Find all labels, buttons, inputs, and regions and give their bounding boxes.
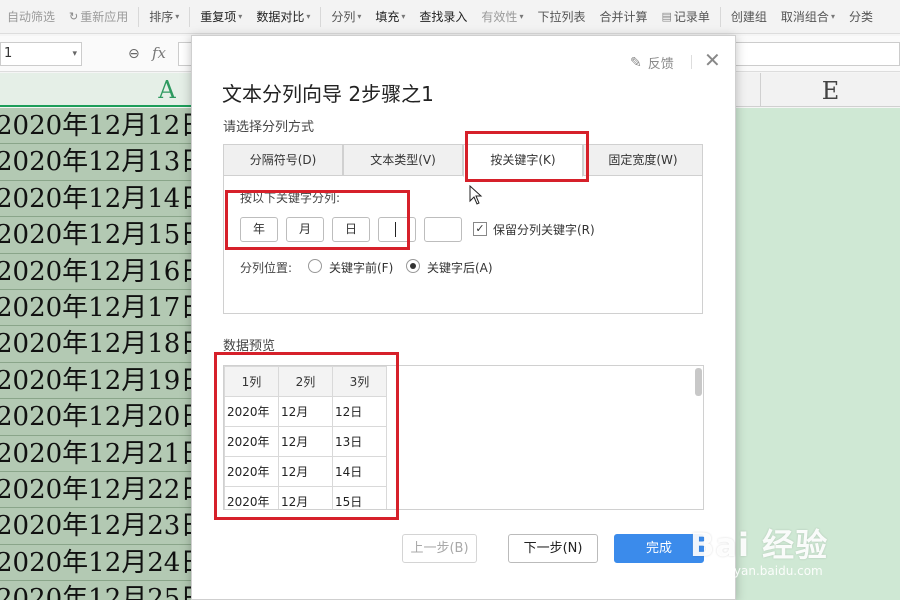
close-icon[interactable]: ✕ xyxy=(704,50,721,70)
radio-before-keyword[interactable] xyxy=(308,259,322,273)
cell-a-row[interactable]: 2020年12月21日 xyxy=(0,435,196,472)
cell-value: 2020年12月25日 xyxy=(0,584,196,600)
cell-value: 2020年12月21日 xyxy=(0,438,196,469)
cell-a-row[interactable]: 2020年12月24日 xyxy=(0,544,196,582)
name-box[interactable]: 1 ▾ xyxy=(0,42,82,66)
split-method-label: 请选择分列方式 xyxy=(223,120,315,135)
dialog-title: 文本分列向导 2步骤之1 xyxy=(222,82,434,106)
cell-a-row[interactable]: 2020年12月25日 xyxy=(0,581,196,600)
auto-filter-button[interactable]: 自动筛选 xyxy=(0,8,62,26)
prev-step-button[interactable]: 上一步(B) xyxy=(402,534,477,563)
dropdown-list-button[interactable]: 下拉列表 xyxy=(530,8,592,26)
radio-after-keyword-label[interactable]: 关键字后(A) xyxy=(427,259,493,276)
form-icon: ▤ xyxy=(661,9,672,23)
zoom-icon[interactable]: ⊖ xyxy=(128,46,140,62)
reapply-button[interactable]: ↻ 重新应用 xyxy=(62,8,135,26)
refresh-icon: ↻ xyxy=(69,9,79,23)
data-compare-button[interactable]: 数据对比 ▾ xyxy=(249,8,317,26)
keep-keyword-label[interactable]: 保留分列关键字(R) xyxy=(493,221,595,238)
chevron-down-icon: ▾ xyxy=(519,11,524,21)
split-position-label: 分列位置: xyxy=(240,261,293,275)
split-method-tabs: 分隔符号(D) 文本类型(V) 按关键字(K) 固定宽度(W) xyxy=(223,144,703,177)
validity-button[interactable]: 有效性 ▾ xyxy=(474,8,530,26)
ribbon-toolbar: 自动筛选 ↻ 重新应用 排序 ▾ 重复项 ▾ 数据对比 ▾ 分列 ▾ 填充 ▾ 查找录入 有… xyxy=(0,0,900,34)
column-header-e[interactable]: E xyxy=(760,73,900,107)
chevron-down-icon: ▾ xyxy=(357,11,362,21)
ungroup-button[interactable]: 取消组合 ▾ xyxy=(774,8,842,26)
cell-value: 2020年12月14日 xyxy=(0,183,196,214)
cell-a-row[interactable]: 2020年12月17日 xyxy=(0,290,196,327)
cell-a-row[interactable]: 2020年12月23日 xyxy=(0,508,196,545)
duplicates-button[interactable]: 重复项 ▾ xyxy=(193,8,249,26)
chevron-down-icon: ▾ xyxy=(238,11,243,21)
cell-value: 2020年12月23日 xyxy=(0,511,196,542)
cell-value: 2020年12月19日 xyxy=(0,365,196,396)
chevron-down-icon: ▾ xyxy=(306,11,311,21)
create-group-button[interactable]: 创建组 xyxy=(724,8,774,26)
radio-before-keyword-label[interactable]: 关键字前(F) xyxy=(329,259,393,276)
header-divider xyxy=(691,55,692,69)
highlight-preview-table xyxy=(214,352,399,520)
toolbar-divider xyxy=(719,6,721,27)
cell-value: 2020年12月18日 xyxy=(0,329,196,360)
cell-a-row[interactable]: 2020年12月15日 xyxy=(0,217,196,254)
toolbar-divider xyxy=(138,6,140,27)
tab-text-type[interactable]: 文本类型(V) xyxy=(343,144,463,176)
subtotal-button[interactable]: 分类 xyxy=(842,8,880,26)
cell-a-row[interactable]: 2020年12月18日 xyxy=(0,326,196,363)
edit-icon: ✎ xyxy=(630,54,642,71)
cell-a-row[interactable]: 2020年12月12日 xyxy=(0,108,196,145)
cell-value: 2020年12月16日 xyxy=(0,256,196,287)
function-icon[interactable]: fx xyxy=(152,44,166,62)
mouse-pointer-icon xyxy=(469,185,483,205)
cell-value: 2020年12月12日 xyxy=(0,111,196,141)
cell-a-row[interactable]: 2020年12月16日 xyxy=(0,253,196,290)
cell-a-row[interactable]: 2020年12月13日 xyxy=(0,144,196,181)
lookup-entry-button[interactable]: 查找录入 xyxy=(412,8,474,26)
cell-a-row[interactable]: 2020年12月14日 xyxy=(0,180,196,218)
record-form-button[interactable]: ▤ 记录单 xyxy=(654,8,716,26)
cell-value: 2020年12月24日 xyxy=(0,547,196,578)
watermark-logo: Bai 经验 xyxy=(690,526,829,564)
chevron-down-icon: ▾ xyxy=(401,11,406,21)
watermark: Bai 经验 jingyan.baidu.com xyxy=(690,500,900,590)
chevron-down-icon: ▾ xyxy=(175,11,180,21)
cell-value: 2020年12月17日 xyxy=(0,293,196,323)
toolbar-divider xyxy=(189,6,191,27)
highlight-keyword-inputs xyxy=(225,190,410,250)
cell-a-row[interactable]: 2020年12月22日 xyxy=(0,472,196,509)
sort-button[interactable]: 排序 ▾ xyxy=(142,8,186,26)
radio-after-keyword[interactable] xyxy=(406,259,420,273)
keyword-input-5[interactable] xyxy=(424,217,462,242)
tab-fixed-width[interactable]: 固定宽度(W) xyxy=(583,144,703,176)
cell-value: 2020年12月22日 xyxy=(0,475,196,505)
cell-value: 2020年12月15日 xyxy=(0,220,196,251)
cell-a-row[interactable]: 2020年12月20日 xyxy=(0,399,196,436)
cell-value: 2020年12月13日 xyxy=(0,147,196,178)
chevron-down-icon: ▾ xyxy=(72,49,77,59)
preview-scrollbar[interactable] xyxy=(695,368,702,396)
tab-delimiter[interactable]: 分隔符号(D) xyxy=(223,144,343,176)
split-column-button[interactable]: 分列 ▾ xyxy=(324,8,368,26)
next-step-button[interactable]: 下一步(N) xyxy=(508,534,598,563)
feedback-link[interactable]: ✎ 反馈 xyxy=(630,53,674,73)
chevron-down-icon: ▾ xyxy=(830,11,835,21)
cell-a-row[interactable]: 2020年12月19日 xyxy=(0,362,196,400)
consolidate-button[interactable]: 合并计算 xyxy=(592,8,654,26)
cell-value: 2020年12月20日 xyxy=(0,402,196,433)
highlight-keyword-tab xyxy=(465,131,589,182)
watermark-url: jingyan.baidu.com xyxy=(712,564,823,578)
toolbar-divider xyxy=(320,6,322,27)
fill-button[interactable]: 填充 ▾ xyxy=(368,8,412,26)
keep-keyword-checkbox[interactable]: ✓ xyxy=(473,222,487,236)
